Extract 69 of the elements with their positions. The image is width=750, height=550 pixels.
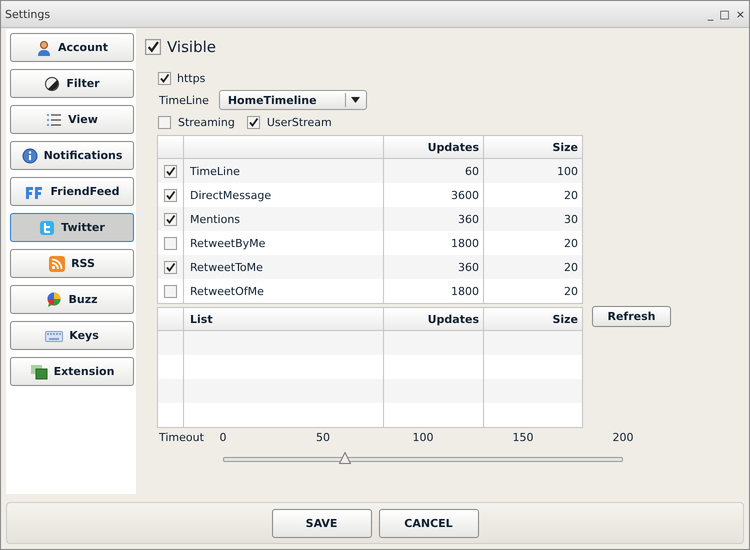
sidebar-item[interactable]: FriendFeed [10, 177, 134, 206]
checkbox[interactable] [164, 236, 177, 250]
checkbox-label: UserStream [266, 116, 332, 129]
table-cell: 360 [384, 255, 484, 279]
sidebar-item[interactable]: View [10, 105, 134, 134]
tick-label: 200 [612, 431, 634, 444]
slider-thumb[interactable] [338, 452, 351, 464]
sidebar-item[interactable]: Account [10, 33, 134, 62]
table-cell: TimeLine [184, 159, 384, 183]
checkbox[interactable] [158, 72, 171, 85]
column-header: Updates [428, 140, 479, 154]
timeout-slider[interactable] [220, 452, 626, 464]
sidebar-item[interactable]: RSS [10, 249, 134, 278]
tick-label: 50 [316, 431, 330, 444]
window-title: Settings [5, 8, 50, 20]
checkbox[interactable] [164, 164, 177, 178]
save-button[interactable]: SAVE [272, 508, 372, 538]
filter-icon [44, 76, 60, 92]
checkbox[interactable] [246, 116, 260, 129]
tick-label: 150 [512, 431, 534, 444]
checkbox[interactable] [164, 284, 177, 298]
info-icon [22, 148, 38, 164]
checkbox-label: Visible [167, 38, 216, 56]
sidebar-item[interactable]: Extension [10, 357, 134, 386]
windows-icon [30, 364, 48, 380]
table-cell-text: 20 [563, 236, 579, 252]
sidebar-item[interactable]: Twitter [10, 213, 134, 242]
checkbox[interactable] [164, 260, 177, 274]
tick-label: 0 [220, 431, 226, 444]
table-cell-text: 30 [563, 212, 579, 228]
checkbox[interactable] [164, 212, 177, 226]
table-cell: Mentions [184, 207, 384, 231]
window-control[interactable]: × [736, 8, 745, 20]
window-control[interactable]: _ [708, 8, 714, 20]
table-cell: 360 [384, 207, 484, 231]
cancel-button[interactable]: CANCEL [378, 508, 478, 538]
sidebar-item[interactable]: Notifications [10, 141, 134, 170]
column-header: Updates [428, 312, 479, 326]
field-label: TimeLine [159, 94, 209, 106]
checkbox[interactable] [158, 116, 171, 129]
list-icon [46, 112, 62, 128]
table-cell: RetweetOfMe [184, 279, 384, 303]
table-cell-text: 20 [563, 284, 579, 300]
rss-icon [49, 256, 66, 272]
refresh-button[interactable]: Refresh [592, 306, 671, 327]
dropdown-arrow-icon [351, 97, 360, 103]
window-control[interactable]: □ [719, 8, 730, 20]
tick-label: 100 [412, 431, 434, 444]
timeline-dropdown[interactable]: HomeTimeline [218, 90, 367, 110]
sidebar-item[interactable]: Buzz [10, 285, 134, 314]
sidebar-item[interactable]: Filter [10, 69, 134, 98]
table-cell-text: 20 [563, 188, 579, 204]
column-header: Size [552, 140, 578, 154]
column-header: List [190, 312, 213, 326]
sidebar-item[interactable]: Keys [10, 321, 134, 350]
checkbox-label: Streaming [178, 116, 235, 129]
table-cell: RetweetToMe [184, 255, 384, 279]
checkbox[interactable] [145, 39, 161, 55]
table-cell-text: 20 [563, 260, 579, 276]
table-cell: 1800 [384, 279, 484, 303]
checkbox[interactable] [164, 188, 177, 202]
bubble-icon [46, 292, 62, 308]
column-header: Size [552, 312, 578, 326]
checkbox-label: https [177, 72, 206, 85]
person-icon [36, 40, 52, 56]
keyboard-icon [45, 328, 64, 342]
table-cell: 60 [384, 159, 484, 183]
table-cell-text: 100 [556, 164, 579, 180]
bird-icon [39, 220, 56, 236]
